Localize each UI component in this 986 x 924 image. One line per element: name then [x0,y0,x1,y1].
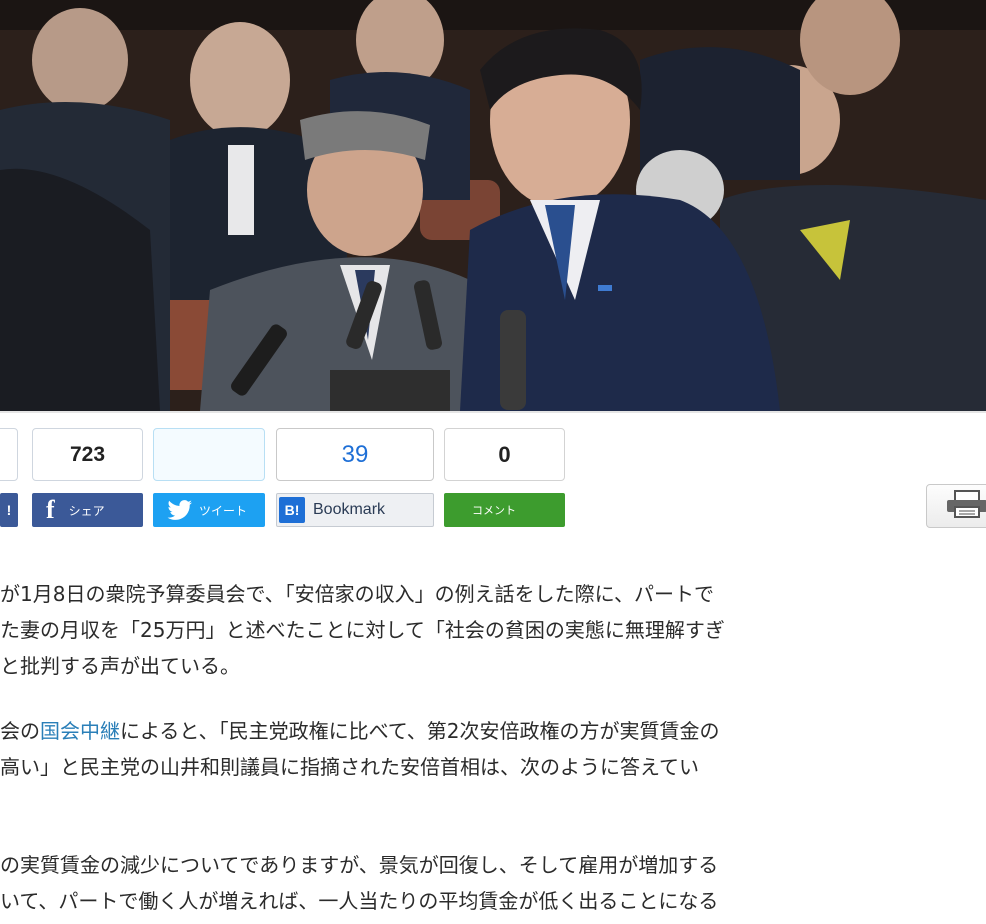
article-line: た妻の月収を「25万円」と述べたことに対して「社会の貧困の実態に無理解すぎ [0,618,725,642]
article-text: によると、「民主党政権に比べて、第2次安倍政権の方が実質賃金の [120,719,720,743]
comment-label: コメント [472,505,516,517]
partial-share-label: ! [6,502,12,518]
printer-icon [945,489,986,523]
share-count-partial [0,428,18,481]
article-text: 会の [0,719,40,743]
hatena-bookmark-button[interactable]: B! Bookmark [276,493,434,527]
article-line: いて、パートで働く人が増えれば、一人当たりの平均賃金が低く出ることになる [0,889,719,913]
comment-count: 0 [444,428,565,481]
article-line: の実質賃金の減少についてでありますが、景気が回復し、そして雇用が増加する [0,853,719,877]
twitter-tweet-button[interactable]: ツイート [153,493,265,527]
photo-divider [0,411,986,413]
print-button[interactable] [926,484,986,528]
kokkai-chukei-link[interactable]: 国会中継 [40,719,120,743]
twitter-tweet-label: ツイート [199,503,248,518]
article-line: が1月8日の衆院予算委員会で、「安倍家の収入」の例え話をした際に、パートで [0,582,715,606]
hatena-count: 39 [276,428,434,481]
partial-share-button[interactable]: ! [0,493,18,527]
bird-icon [167,500,193,520]
article-line: と批判する声が出ている。 [0,654,240,678]
facebook-share-label: シェア [68,503,105,518]
article-line: 高い」と民主党の山井和則議員に指摘された安倍首相は、次のように答えてい [0,755,699,779]
facebook-share-button[interactable]: f シェア [32,493,143,527]
article-line: 会の国会中継によると、「民主党政権に比べて、第2次安倍政権の方が実質賃金の [0,713,986,749]
article-paragraph-1: が1月8日の衆院予算委員会で、「安倍家の収入」の例え話をした際に、パートで た妻… [0,576,986,684]
hatena-bookmark-label: Bookmark [313,501,386,518]
hatena-icon: B! [279,497,305,523]
article-paragraph-3: の実質賃金の減少についてでありますが、景気が回復し、そして雇用が増加する いて、… [0,847,986,919]
comment-button[interactable]: コメント [444,493,565,527]
facebook-icon: f [46,495,55,524]
article-photo [0,0,986,411]
article-paragraph-2: 会の国会中継によると、「民主党政権に比べて、第2次安倍政権の方が実質賃金の 高い… [0,713,986,785]
twitter-count [153,428,265,481]
facebook-count: 723 [32,428,143,481]
